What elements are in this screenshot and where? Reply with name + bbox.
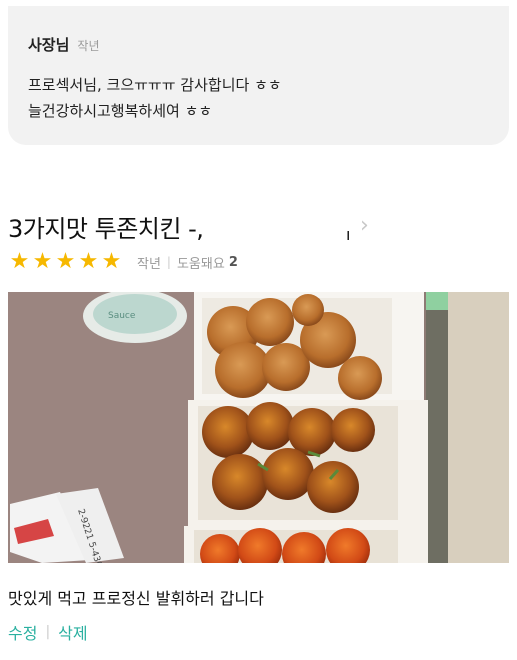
- chevron-right-icon[interactable]: ›: [360, 213, 369, 238]
- sauce-lid-text: Sauce: [108, 311, 136, 321]
- reply-text-line-2: 늘건강하시고행복하세여 ㅎㅎ: [28, 102, 213, 120]
- box-spicy-chicken: [184, 526, 428, 563]
- delete-button[interactable]: 삭제: [58, 620, 87, 644]
- star-icon: ★: [55, 249, 76, 274]
- owner-reply-card: 사장님 작년 프로섹서님, 크으ㅠㅠㅠ 감사합니다 ㅎㅎ 늘건강하시고행복하세여…: [8, 6, 509, 145]
- star-icon: ★: [101, 249, 122, 274]
- action-divider: |: [45, 624, 51, 640]
- review-actions: 수정 | 삭제: [8, 620, 88, 644]
- title-fragment: ı: [346, 225, 351, 244]
- star-rating: ★ ★ ★ ★ ★: [8, 251, 123, 273]
- star-icon: ★: [78, 249, 99, 274]
- review-meta: ★ ★ ★ ★ ★ 작년 | 도움돼요 2: [8, 250, 238, 274]
- review-title-row[interactable]: 3가지맛 투존치킨 -, ı ›: [8, 209, 508, 249]
- helpful-label[interactable]: 도움돼요: [177, 253, 225, 272]
- star-icon: ★: [9, 249, 30, 274]
- wood-edge: [448, 292, 509, 563]
- title-redaction: [226, 211, 344, 247]
- review-title[interactable]: 3가지맛 투존치킨 -,: [8, 209, 204, 244]
- star-icon: ★: [32, 249, 53, 274]
- owner-reply-header: 사장님 작년: [28, 34, 100, 55]
- review-photo[interactable]: Sauce 2-9221 5-4300: [8, 292, 509, 563]
- reply-time: 작년: [77, 39, 100, 53]
- reply-text-line-1: 프로섹서님, 크으ㅠㅠㅠ 감사합니다 ㅎㅎ: [28, 76, 282, 94]
- edit-button[interactable]: 수정: [8, 620, 37, 644]
- review-text: 맛있게 먹고 프로정신 발휘하러 갑니다: [8, 589, 264, 608]
- owner-name: 사장님: [28, 36, 70, 54]
- green-corner: [426, 292, 448, 310]
- box-yangnyeom-chicken: [188, 400, 428, 526]
- box-fried-chicken: [194, 292, 424, 400]
- helpful-count: 2: [228, 254, 238, 270]
- review-time: 작년: [137, 256, 161, 272]
- meta-divider: |: [166, 255, 171, 269]
